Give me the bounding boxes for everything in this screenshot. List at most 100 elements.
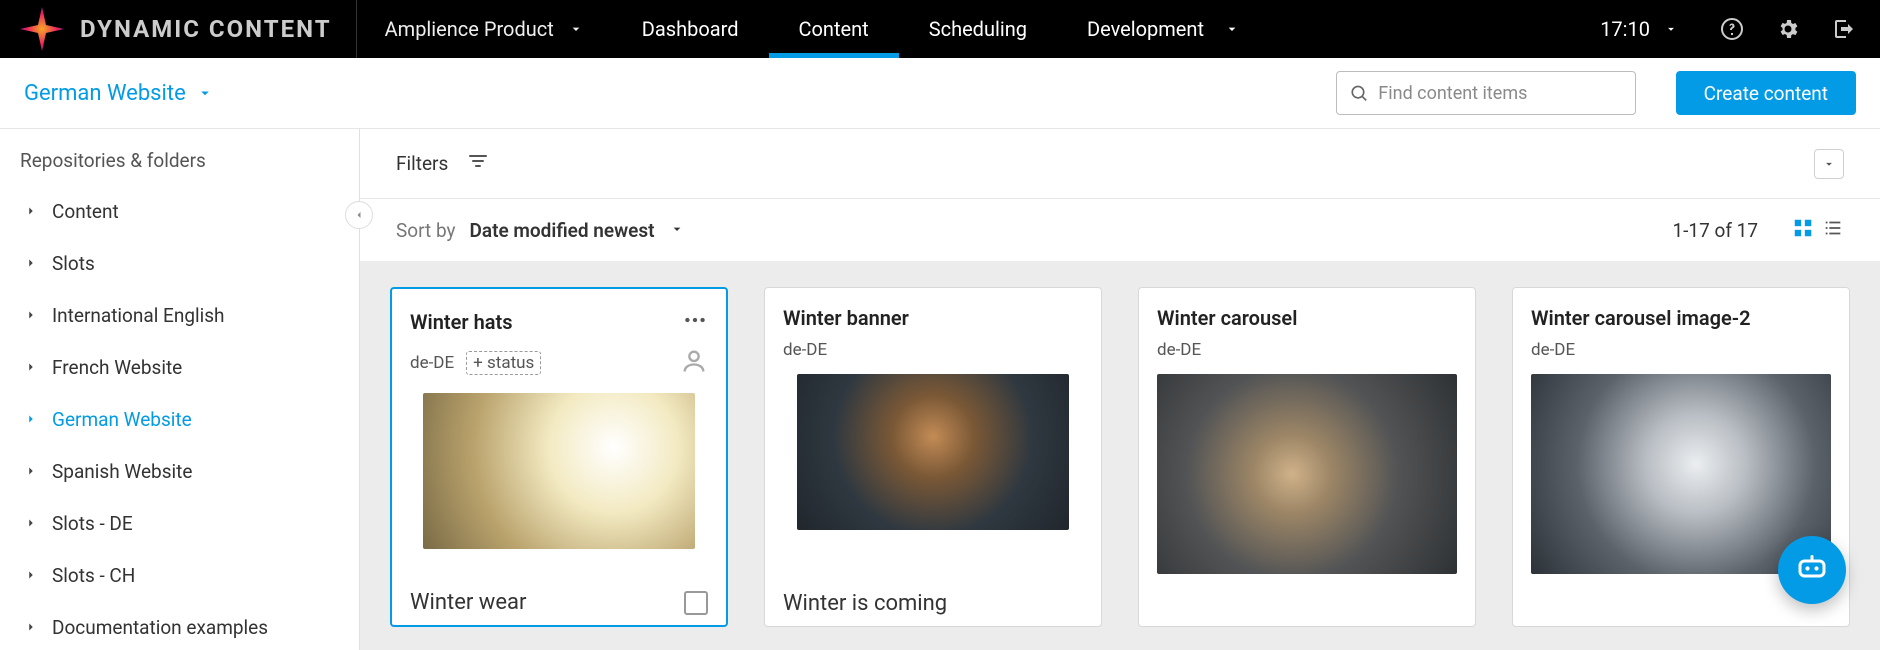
list-icon (1822, 217, 1844, 239)
clock-value: 17:10 (1600, 17, 1650, 41)
filter-icon (466, 149, 490, 173)
content-card[interactable]: Winter carousel de-DE (1138, 287, 1476, 627)
topbar: DYNAMIC CONTENT Amplience Product Dashbo… (0, 0, 1880, 58)
sidebar-item-slots[interactable]: Slots (10, 238, 349, 288)
card-title: Winter banner (783, 306, 1083, 330)
search-input[interactable] (1378, 83, 1622, 104)
card-thumbnail (410, 387, 708, 580)
gear-icon (1776, 17, 1800, 41)
chevron-down-icon (196, 84, 214, 102)
grid-icon (1792, 217, 1814, 239)
card-title: Winter carousel image-2 (1531, 306, 1831, 330)
sidebar-item-label: German Website (52, 408, 192, 431)
create-content-button[interactable]: Create content (1676, 71, 1856, 115)
status-tag[interactable]: + status (466, 351, 541, 375)
tab-dashboard-label: Dashboard (642, 17, 739, 41)
card-thumbnail (1157, 368, 1457, 616)
chevron-right-icon (24, 360, 38, 374)
expand-filters-button[interactable] (1814, 149, 1844, 179)
content-grid: Winter hats de-DE + status Winter wear (360, 261, 1880, 650)
sidebar-item-label: French Website (52, 356, 182, 379)
card-checkbox[interactable] (684, 591, 708, 615)
brand-name: DYNAMIC CONTENT (80, 15, 332, 43)
repository-dropdown-label: German Website (24, 81, 186, 106)
main: Filters Sort by Date modified newest 1-1… (360, 129, 1880, 650)
sort-label: Sort by (396, 219, 456, 242)
filters-button[interactable] (466, 149, 490, 178)
sort-value-label: Date modified newest (470, 219, 655, 242)
chevron-right-icon (24, 308, 38, 322)
sidebar-item-label: International English (52, 304, 225, 327)
logout-button[interactable] (1816, 17, 1880, 41)
sidebar-title: Repositories & folders (0, 129, 359, 186)
sidebar-item-label: Documentation examples (52, 616, 268, 639)
chevron-down-icon (669, 221, 685, 237)
sidebar-item-label: Spanish Website (52, 460, 192, 483)
product-selector[interactable]: Amplience Product (357, 0, 612, 58)
product-selector-label: Amplience Product (385, 17, 554, 41)
sidebar-item-label: Content (52, 200, 119, 223)
card-title: Winter hats (410, 310, 682, 334)
chevron-right-icon (24, 204, 38, 218)
sidebar-item-label: Slots (52, 252, 95, 275)
chevron-right-icon (24, 620, 38, 634)
result-count: 1-17 of 17 (1672, 219, 1758, 242)
locale-tag: de-DE (783, 340, 827, 360)
card-caption: Winter wear (410, 590, 684, 615)
clock[interactable]: 17:10 (1574, 17, 1704, 41)
card-menu-button[interactable] (682, 307, 708, 337)
sidebar-item-slots-ch[interactable]: Slots - CH (10, 550, 349, 600)
chevron-right-icon (24, 256, 38, 270)
sidebar-tree: Content Slots International English Fren… (0, 186, 359, 650)
settings-button[interactable] (1760, 17, 1816, 41)
search-icon (1349, 82, 1369, 104)
chevron-down-icon (1822, 157, 1836, 171)
sidebar-item-spanish-website[interactable]: Spanish Website (10, 446, 349, 496)
chevron-down-icon (1664, 22, 1678, 36)
logo: DYNAMIC CONTENT (0, 0, 357, 58)
tab-content[interactable]: Content (769, 0, 899, 58)
collapse-sidebar-button[interactable] (345, 201, 373, 229)
chevron-left-icon (353, 209, 365, 221)
list-view-button[interactable] (1822, 217, 1844, 244)
tab-scheduling[interactable]: Scheduling (899, 0, 1057, 58)
help-button[interactable] (1704, 17, 1760, 41)
subheader: German Website Create content (0, 58, 1880, 128)
filters-label: Filters (396, 152, 448, 175)
sort-dropdown[interactable]: Date modified newest (470, 219, 686, 242)
sidebar-item-french-website[interactable]: French Website (10, 342, 349, 392)
chat-fab[interactable] (1778, 536, 1846, 604)
locale-tag: de-DE (1531, 340, 1575, 360)
tab-dashboard[interactable]: Dashboard (612, 0, 769, 58)
chevron-right-icon (24, 464, 38, 478)
content-card[interactable]: Winter hats de-DE + status Winter wear (390, 287, 728, 627)
sidebar: Repositories & folders Content Slots Int… (0, 129, 360, 650)
nav-tabs: Dashboard Content Scheduling (612, 0, 1057, 58)
card-caption: Winter is coming (783, 591, 1083, 616)
env-selector[interactable]: Development (1057, 17, 1270, 41)
content-card[interactable]: Winter banner de-DE Winter is coming (764, 287, 1102, 627)
chatbot-icon (1794, 552, 1830, 588)
sidebar-item-documentation-examples[interactable]: Documentation examples (10, 602, 349, 650)
card-thumbnail (783, 368, 1083, 581)
sidebar-item-label: Slots - CH (52, 564, 135, 587)
chevron-right-icon (24, 516, 38, 530)
locale-tag: de-DE (410, 353, 454, 373)
sidebar-item-content[interactable]: Content (10, 186, 349, 236)
sidebar-item-label: Slots - DE (52, 512, 133, 535)
tab-content-label: Content (799, 17, 869, 41)
chevron-right-icon (24, 412, 38, 426)
sidebar-item-international-english[interactable]: International English (10, 290, 349, 340)
chevron-down-icon (568, 21, 584, 37)
assignee-icon[interactable] (680, 347, 708, 379)
env-selector-label: Development (1087, 17, 1204, 41)
filters-row: Filters (360, 129, 1880, 199)
help-icon (1720, 17, 1744, 41)
logout-icon (1832, 17, 1856, 41)
grid-view-button[interactable] (1792, 217, 1814, 244)
sidebar-item-german-website[interactable]: German Website (10, 394, 349, 444)
sidebar-item-slots-de[interactable]: Slots - DE (10, 498, 349, 548)
search-field[interactable] (1336, 71, 1636, 115)
sort-row: Sort by Date modified newest 1-17 of 17 (360, 199, 1880, 261)
repository-dropdown[interactable]: German Website (24, 81, 214, 106)
